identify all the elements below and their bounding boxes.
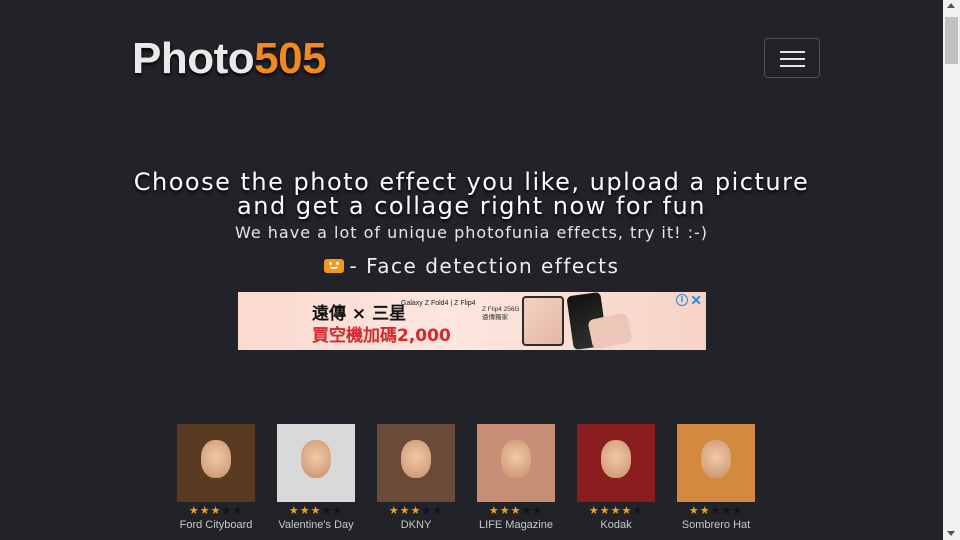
effect-card[interactable]: ★★★★★ Ford Cityboard — [166, 424, 266, 531]
star-icon: ★ — [432, 504, 444, 517]
star-icon: ★ — [399, 504, 411, 517]
face-detection-icon — [323, 258, 344, 273]
rating-stars: ★★★★★ — [266, 505, 366, 517]
face-detection-label: - Face detection effects — [349, 254, 620, 278]
effect-thumbnail[interactable] — [477, 424, 555, 502]
advertisement-banner[interactable]: 遠傳 × 三星 Galaxy Z Fold4 | Z Flip4 買空機加碼2,… — [238, 292, 706, 350]
headline-line-2: and get a collage right now for fun — [237, 192, 706, 220]
ad-info-icon[interactable]: i — [676, 294, 688, 306]
rating-stars: ★★★★★ — [466, 505, 566, 517]
star-icon: ★ — [299, 504, 311, 517]
effect-face-image — [501, 440, 531, 478]
effect-thumbnail[interactable] — [177, 424, 255, 502]
star-icon: ★ — [599, 504, 611, 517]
star-icon: ★ — [721, 504, 733, 517]
star-icon: ★ — [732, 504, 744, 517]
site-logo[interactable]: Photo505 — [132, 34, 327, 83]
star-icon: ★ — [332, 504, 344, 517]
star-icon: ★ — [632, 504, 644, 517]
hamburger-line — [780, 65, 805, 67]
star-icon: ★ — [221, 504, 233, 517]
ad-model-text: Galaxy Z Fold4 | Z Flip4 — [401, 300, 476, 307]
rating-stars: ★★★★★ — [566, 505, 666, 517]
logo-text-photo: Photo — [132, 34, 255, 83]
star-icon: ★ — [321, 504, 333, 517]
headline-line-1: Choose the photo effect you like, upload… — [133, 168, 810, 196]
ad-spec: Z Flip4 256G 遠傳獨家 — [482, 306, 520, 321]
effect-card[interactable]: ★★★★★ Valentine's Day — [266, 424, 366, 531]
effect-card[interactable]: ★★★★★ LIFE Magazine — [466, 424, 566, 531]
star-icon: ★ — [688, 504, 700, 517]
effect-name[interactable]: Valentine's Day — [266, 519, 366, 531]
effect-face-image — [301, 440, 331, 478]
subtitle: We have a lot of unique photofunia effec… — [234, 223, 709, 242]
effect-thumbnail[interactable] — [577, 424, 655, 502]
star-icon: ★ — [488, 504, 500, 517]
effect-card[interactable]: ★★★★★ Sombrero Hat — [666, 424, 766, 531]
effect-name[interactable]: Kodak — [566, 519, 666, 531]
star-icon: ★ — [421, 504, 433, 517]
effect-name[interactable]: LIFE Magazine — [466, 519, 566, 531]
effect-card[interactable]: ★★★★★ DKNY — [366, 424, 466, 531]
star-icon: ★ — [232, 504, 244, 517]
star-icon: ★ — [521, 504, 533, 517]
hamburger-line — [780, 51, 805, 53]
star-icon: ★ — [310, 504, 322, 517]
star-icon: ★ — [710, 504, 722, 517]
star-icon: ★ — [288, 504, 300, 517]
star-icon: ★ — [188, 504, 200, 517]
effect-thumbnail[interactable] — [277, 424, 355, 502]
effect-face-image — [601, 440, 631, 478]
star-icon: ★ — [510, 504, 522, 517]
star-icon: ★ — [699, 504, 711, 517]
effect-thumbnail[interactable] — [677, 424, 755, 502]
hamburger-line — [780, 58, 805, 60]
star-icon: ★ — [199, 504, 211, 517]
rating-stars: ★★★★★ — [366, 505, 466, 517]
rating-stars: ★★★★★ — [166, 505, 266, 517]
rating-stars: ★★★★★ — [666, 505, 766, 517]
star-icon: ★ — [210, 504, 222, 517]
star-icon: ★ — [499, 504, 511, 517]
star-icon: ★ — [621, 504, 633, 517]
star-icon: ★ — [388, 504, 400, 517]
scroll-up-arrow-icon[interactable] — [947, 3, 955, 8]
scrollbar-thumb[interactable] — [945, 17, 958, 64]
ad-phone-image — [522, 296, 564, 346]
hamburger-menu-button[interactable] — [764, 38, 820, 78]
effect-card[interactable]: ★★★★★ Kodak — [566, 424, 666, 531]
vertical-scrollbar[interactable] — [943, 0, 960, 540]
star-icon: ★ — [588, 504, 600, 517]
effect-face-image — [401, 440, 431, 478]
effect-face-image — [201, 440, 231, 478]
effect-face-image — [701, 440, 731, 478]
scroll-down-arrow-icon[interactable] — [947, 531, 955, 536]
effect-thumbnail[interactable] — [377, 424, 455, 502]
ad-offer: 買空機加碼2,000 — [312, 326, 451, 346]
effect-name[interactable]: Ford Cityboard — [166, 519, 266, 531]
logo-text-505: 505 — [254, 34, 327, 83]
ad-close-icon[interactable]: ✕ — [690, 292, 702, 309]
effect-name[interactable]: Sombrero Hat — [666, 519, 766, 531]
face-detection-legend: - Face detection effects — [0, 254, 943, 278]
effect-name[interactable]: DKNY — [366, 519, 466, 531]
star-icon: ★ — [410, 504, 422, 517]
star-icon: ★ — [610, 504, 622, 517]
star-icon: ★ — [532, 504, 544, 517]
